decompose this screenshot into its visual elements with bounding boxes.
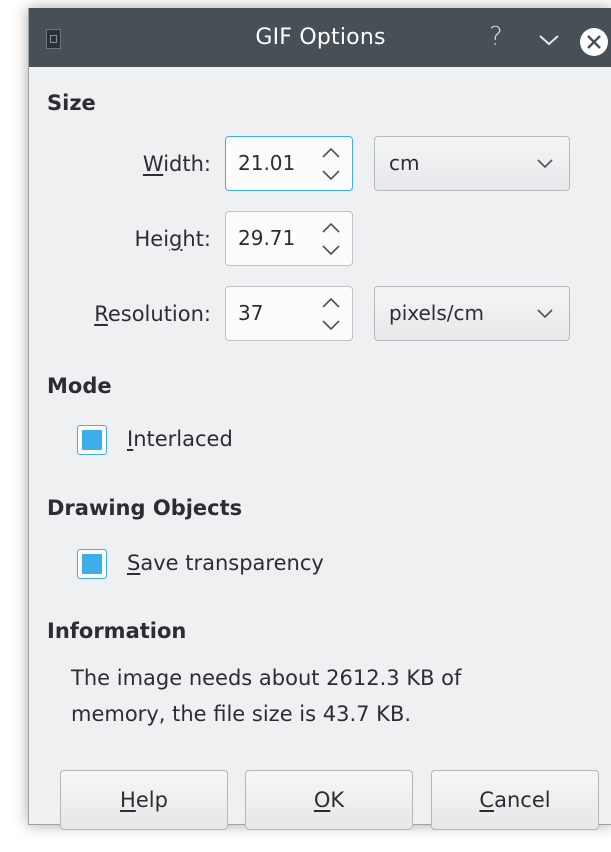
spin-arrows-icon[interactable] xyxy=(320,145,342,183)
resolution-unit-value: pixels/cm xyxy=(389,301,484,325)
spin-arrows-icon[interactable] xyxy=(320,220,342,258)
width-unit-select[interactable]: cm xyxy=(374,136,570,191)
help-icon[interactable]: ? xyxy=(489,22,503,52)
width-unit-value: cm xyxy=(389,151,420,175)
close-icon[interactable] xyxy=(580,28,608,56)
information-line-1: The image needs about 2612.3 KB of xyxy=(71,666,462,690)
size-heading: Size xyxy=(47,91,96,115)
cancel-button[interactable]: Cancel xyxy=(431,770,599,830)
height-value[interactable]: 29.71 xyxy=(238,226,295,250)
chevron-down-icon xyxy=(537,159,553,169)
help-button[interactable]: Help xyxy=(60,770,228,830)
width-value[interactable]: 21.01 xyxy=(238,151,295,175)
interlaced-checkbox[interactable] xyxy=(77,425,107,455)
resolution-unit-select[interactable]: pixels/cm xyxy=(374,286,570,341)
width-label: Width: xyxy=(142,152,211,176)
mode-heading: Mode xyxy=(47,374,112,398)
resolution-spinbox[interactable]: 37 xyxy=(225,286,353,341)
resolution-label: Resolution: xyxy=(94,302,211,326)
save-transparency-label[interactable]: Save transparency xyxy=(127,551,324,575)
width-label-rest: idth: xyxy=(163,152,211,176)
information-heading: Information xyxy=(47,619,187,643)
gif-options-dialog: GIF Options ? Size Width: 21.01 cm Heigh… xyxy=(28,8,611,830)
information-line-2: memory, the file size is 43.7 KB. xyxy=(71,702,412,726)
ok-button[interactable]: OK xyxy=(245,770,413,830)
information-text: The image needs about 2612.3 KB of memor… xyxy=(71,660,571,732)
title-bar[interactable]: GIF Options ? xyxy=(29,8,611,67)
minimize-icon[interactable] xyxy=(538,32,560,46)
spin-arrows-icon[interactable] xyxy=(320,295,342,333)
interlaced-label[interactable]: Interlaced xyxy=(127,427,233,451)
window-title: GIF Options xyxy=(255,25,386,50)
save-transparency-checkbox[interactable] xyxy=(77,549,107,579)
width-spinbox[interactable]: 21.01 xyxy=(225,136,353,191)
height-spinbox[interactable]: 29.71 xyxy=(225,211,353,266)
resolution-value[interactable]: 37 xyxy=(238,301,263,325)
height-label: Height: xyxy=(134,227,211,251)
chevron-down-icon xyxy=(537,309,553,319)
drawing-objects-heading: Drawing Objects xyxy=(47,496,243,520)
